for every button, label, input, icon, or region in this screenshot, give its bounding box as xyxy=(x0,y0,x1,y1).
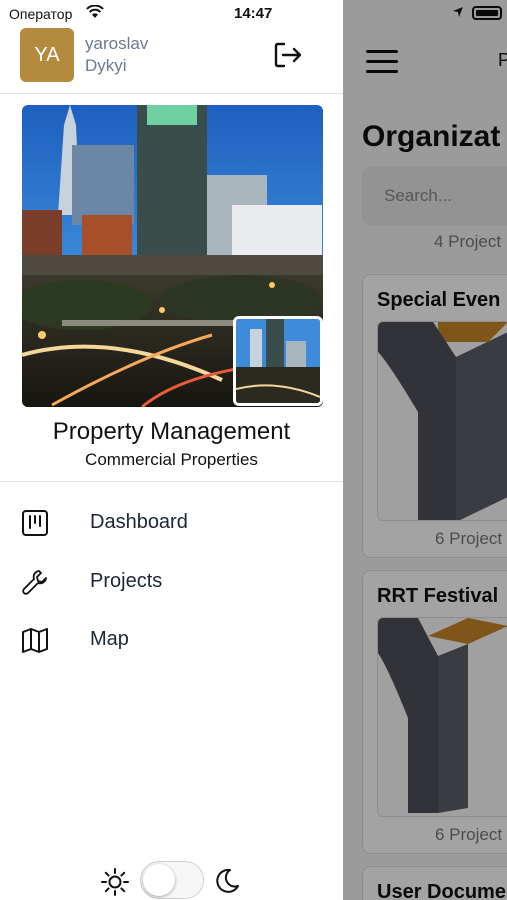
nav-item-dashboard[interactable]: Dashboard xyxy=(0,497,343,547)
avatar[interactable]: YA xyxy=(20,28,74,82)
wifi-icon xyxy=(86,5,104,18)
wrench-icon xyxy=(22,570,47,595)
nav-item-label: Dashboard xyxy=(90,511,188,533)
dashboard-icon xyxy=(22,510,48,536)
navigation-drawer: Оператор 14:47 YA yaroslav Dykyi Propert… xyxy=(0,0,343,900)
sun-icon xyxy=(101,868,129,896)
status-bar: Оператор 14:47 xyxy=(0,0,343,28)
user-first-name: yaroslav xyxy=(85,34,149,53)
nav-item-label: Projects xyxy=(90,570,163,592)
organization-thumbnail xyxy=(233,316,323,406)
organization-subtitle: Commercial Properties xyxy=(85,450,258,469)
user-last-name: Dykyi xyxy=(85,56,127,75)
map-icon xyxy=(22,628,48,653)
user-profile: YA yaroslav Dykyi xyxy=(0,28,343,94)
moon-icon xyxy=(216,868,239,893)
dark-mode-toggle[interactable] xyxy=(140,861,204,899)
toggle-knob xyxy=(143,864,175,896)
clock-time: 14:47 xyxy=(234,5,273,22)
nav-item-label: Map xyxy=(90,628,129,650)
organization-name: Property Management xyxy=(52,418,291,445)
organization-cover-image xyxy=(22,105,323,407)
nav-item-map[interactable]: Map xyxy=(0,614,343,664)
nav-item-projects[interactable]: Projects xyxy=(0,556,343,606)
logout-icon[interactable] xyxy=(270,38,308,72)
divider xyxy=(0,481,343,482)
carrier-label: Оператор xyxy=(9,6,73,22)
theme-switcher xyxy=(100,860,250,900)
